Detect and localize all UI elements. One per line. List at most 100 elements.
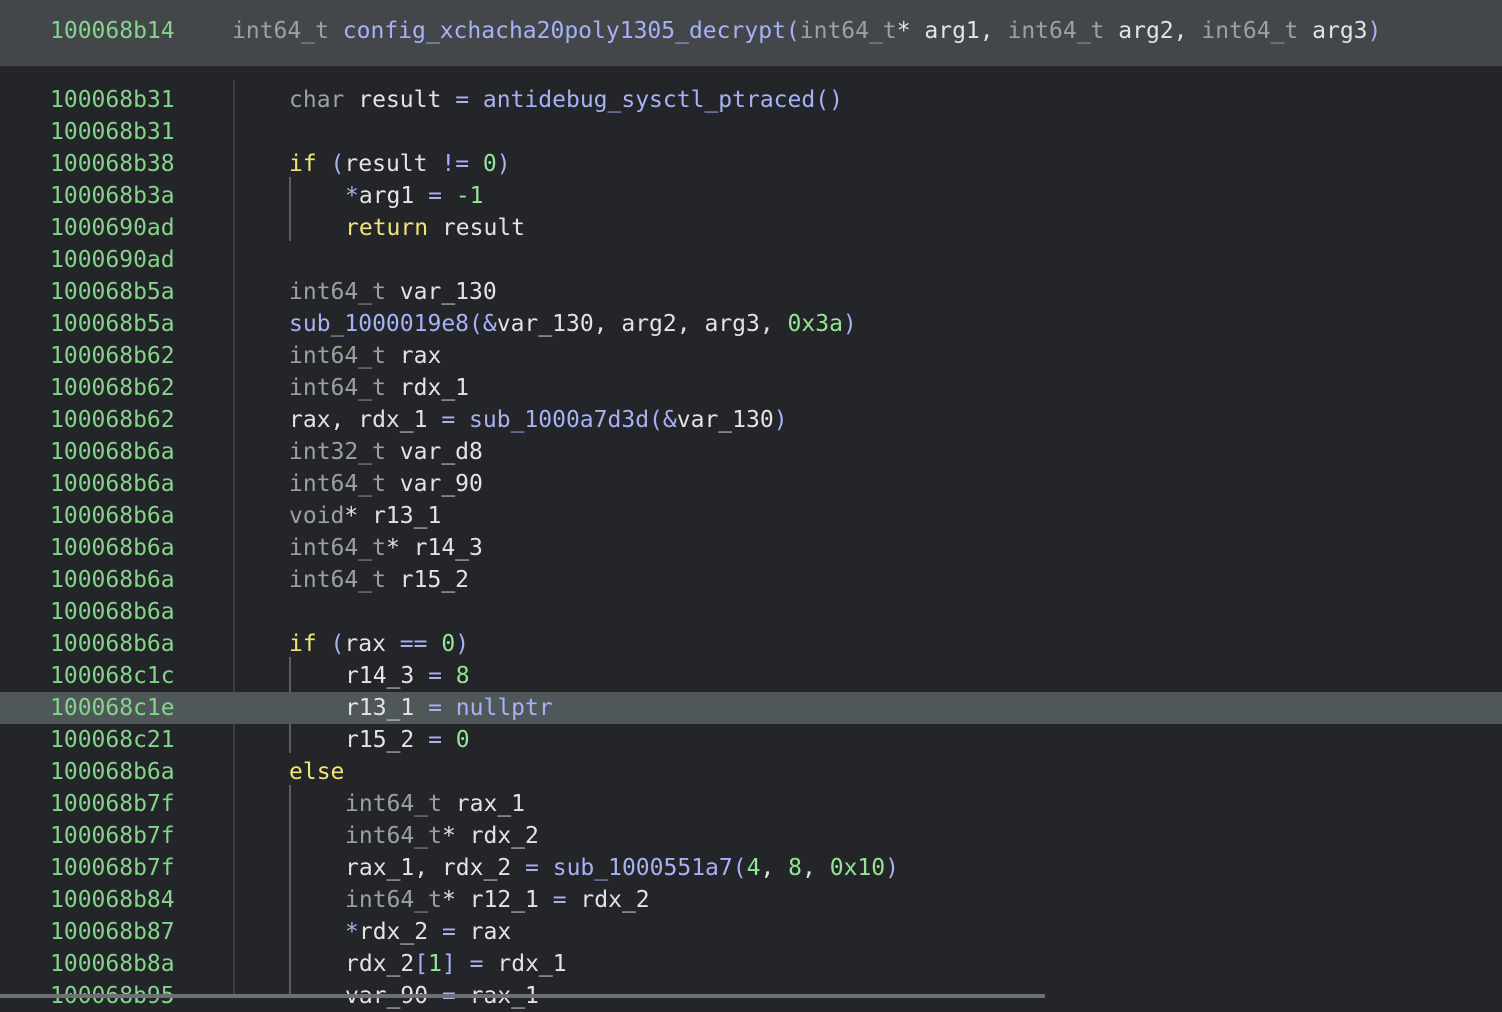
signature-token[interactable]: * arg1, [897, 18, 1008, 44]
line-code[interactable]: sub_1000019e8(&var_130, arg2, arg3, 0x3a… [289, 308, 857, 340]
line-address[interactable]: 1000690ad [50, 212, 175, 244]
code-line-selected[interactable]: 100068c1e r13_1 = nullptr [0, 692, 1502, 724]
code-line[interactable]: 100068b84 int64_t* r12_1 = rdx_2 [0, 884, 1502, 916]
line-address[interactable]: 100068b7f [50, 788, 175, 820]
code-token[interactable]: * r13_1 [344, 503, 441, 529]
code-token[interactable]: r13_1 [345, 695, 428, 721]
line-address[interactable]: 100068b6a [50, 468, 175, 500]
code-token[interactable]: == [400, 631, 442, 657]
code-line[interactable]: 100068b31 [0, 116, 1502, 148]
code-token[interactable]: rdx_1 [497, 951, 566, 977]
code-token[interactable]: rdx_2 [359, 919, 442, 945]
line-code[interactable]: int64_t rdx_1 [289, 372, 469, 404]
code-line[interactable]: 100068b87 *rdx_2 = rax [0, 916, 1502, 948]
code-token[interactable]: result [442, 215, 525, 241]
line-address[interactable]: 100068c21 [50, 724, 175, 756]
code-token[interactable]: ( [331, 631, 345, 657]
code-token[interactable]: * [345, 183, 359, 209]
code-token[interactable]: else [289, 759, 344, 785]
code-token[interactable]: int32_t [289, 439, 400, 465]
line-address[interactable]: 100068b62 [50, 404, 175, 436]
code-token[interactable]: nullptr [456, 695, 553, 721]
code-line[interactable]: 100068b6a int64_t* r14_3 [0, 532, 1502, 564]
code-token[interactable]: * rdx_2 [442, 823, 539, 849]
code-token[interactable]: [ [414, 951, 428, 977]
code-line[interactable]: 100068b31 char result = antidebug_sysctl_… [0, 84, 1502, 116]
signature-token[interactable]: arg2, [1118, 18, 1201, 44]
line-code[interactable]: void* r13_1 [289, 500, 441, 532]
line-address[interactable]: 100068b62 [50, 372, 175, 404]
line-address[interactable]: 100068b7f [50, 852, 175, 884]
code-token[interactable]: var_130, arg2, arg3, [497, 311, 788, 337]
code-line[interactable]: 100068b8a rdx_2[1] = rdx_1 [0, 948, 1502, 980]
line-code[interactable]: char result = antidebug_sysctl_ptraced() [289, 84, 843, 116]
code-token[interactable]: int64_t [289, 567, 400, 593]
code-token[interactable]: = [428, 183, 456, 209]
code-token[interactable]: ) [774, 407, 788, 433]
code-token[interactable]: rax [470, 919, 512, 945]
code-token[interactable]: rax [400, 343, 442, 369]
signature-token[interactable]: ( [786, 18, 800, 44]
code-token[interactable]: arg1 [359, 183, 428, 209]
code-token[interactable]: var_d8 [400, 439, 483, 465]
code-token[interactable]: 1 [428, 951, 442, 977]
code-token[interactable]: = [442, 919, 470, 945]
code-line[interactable]: 100068b7f rax_1, rdx_2 = sub_1000551a7(4,… [0, 852, 1502, 884]
code-token[interactable]: int64_t [289, 471, 400, 497]
code-token[interactable]: & [483, 311, 497, 337]
code-token[interactable]: = [441, 407, 469, 433]
line-code[interactable]: int64_t r15_2 [289, 564, 469, 596]
code-line[interactable]: 100068b38 if (result != 0) [0, 148, 1502, 180]
code-line[interactable]: 100068b6a int64_t r15_2 [0, 564, 1502, 596]
code-token[interactable]: ) [497, 151, 511, 177]
signature-token[interactable]: int64_t [800, 18, 897, 44]
line-address[interactable]: 100068c1c [50, 660, 175, 692]
code-token[interactable]: = [455, 87, 483, 113]
line-address[interactable]: 100068b6a [50, 596, 175, 628]
line-address[interactable]: 100068b6a [50, 436, 175, 468]
line-address[interactable]: 100068b8a [50, 948, 175, 980]
code-token[interactable]: int64_t [289, 535, 386, 561]
code-line[interactable]: 100068b3a *arg1 = -1 [0, 180, 1502, 212]
code-token[interactable]: 0x10 [830, 855, 885, 881]
line-code[interactable]: int64_t* rdx_2 [345, 820, 539, 852]
code-token[interactable]: = [553, 887, 581, 913]
line-address[interactable]: 100068b6a [50, 500, 175, 532]
code-token[interactable]: = [470, 951, 498, 977]
line-code[interactable]: if (result != 0) [289, 148, 511, 180]
code-token[interactable]: , [760, 855, 788, 881]
code-token[interactable]: return [345, 215, 442, 241]
code-token[interactable]: rax_1 [456, 791, 525, 817]
line-code[interactable]: int64_t rax_1 [345, 788, 525, 820]
function-signature[interactable]: int64_t config_xchacha20poly1305_decrypt… [232, 18, 1381, 44]
code-token[interactable]: int64_t [289, 375, 400, 401]
code-line[interactable]: 1000690ad [0, 244, 1502, 276]
code-token[interactable]: , [802, 855, 830, 881]
line-address[interactable]: 100068b5a [50, 276, 175, 308]
signature-token[interactable]: ) [1368, 18, 1382, 44]
line-address[interactable]: 100068b6a [50, 756, 175, 788]
code-line[interactable]: 100068b6a [0, 596, 1502, 628]
code-token[interactable]: ] [442, 951, 470, 977]
code-line[interactable]: 100068b6a void* r13_1 [0, 500, 1502, 532]
line-address[interactable]: 100068b87 [50, 916, 175, 948]
code-token[interactable]: rdx_2 [345, 951, 414, 977]
line-address[interactable]: 100068b6a [50, 564, 175, 596]
code-token[interactable]: rdx_2 [580, 887, 649, 913]
code-token[interactable]: = [525, 855, 553, 881]
code-token[interactable]: r14_3 [345, 663, 428, 689]
line-code[interactable]: r15_2 = 0 [345, 724, 470, 756]
line-code[interactable]: int64_t* r12_1 = rdx_2 [345, 884, 650, 916]
code-line[interactable]: 100068b7f int64_t* rdx_2 [0, 820, 1502, 852]
line-address[interactable]: 100068b5a [50, 308, 175, 340]
line-code[interactable]: int64_t var_90 [289, 468, 483, 500]
horizontal-scrollbar[interactable] [0, 994, 1045, 998]
code-line[interactable]: 100068b62 rax, rdx_1 = sub_1000a7d3d(&var… [0, 404, 1502, 436]
code-token[interactable]: r15_2 [345, 727, 428, 753]
code-token[interactable]: char [289, 87, 358, 113]
line-address[interactable]: 100068b6a [50, 628, 175, 660]
line-address[interactable]: 100068b6a [50, 532, 175, 564]
code-token[interactable]: & [663, 407, 677, 433]
code-token[interactable]: rdx_1 [400, 375, 469, 401]
code-token[interactable]: var_90 [400, 471, 483, 497]
